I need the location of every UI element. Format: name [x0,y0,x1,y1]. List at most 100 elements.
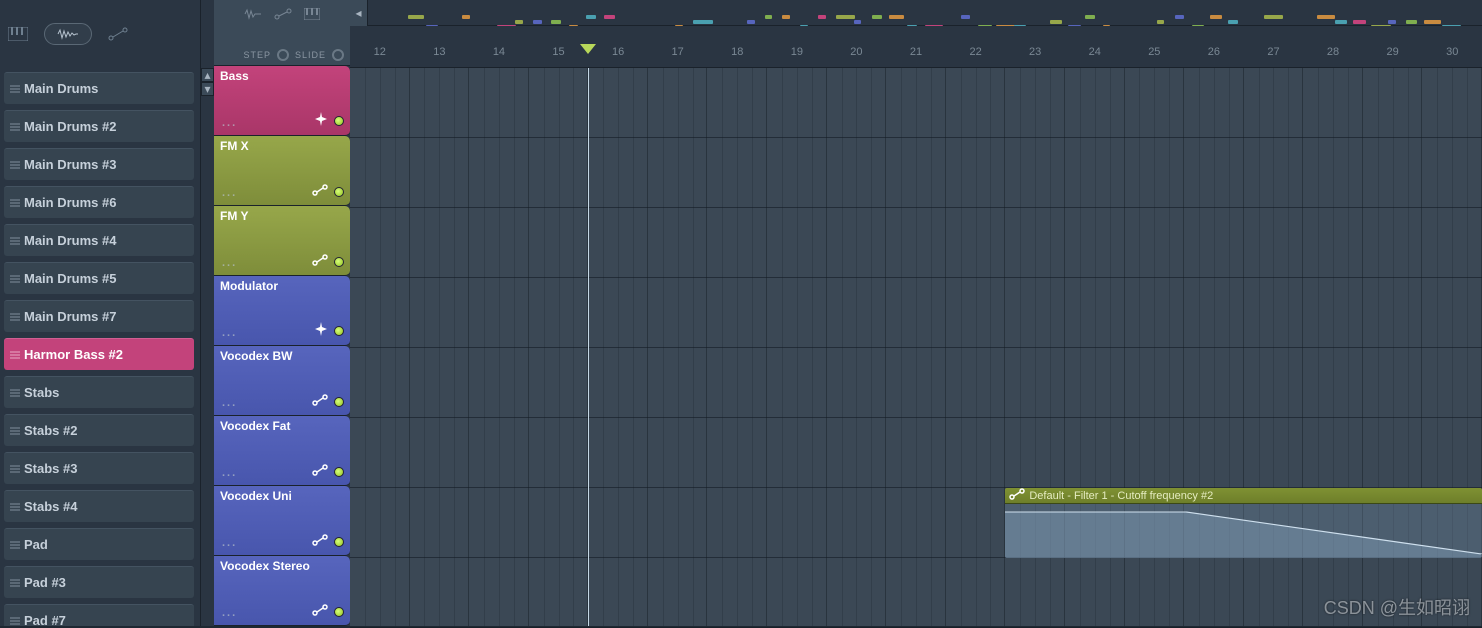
pattern-item[interactable]: Main Drums #6 [4,186,194,218]
ruler-bar-number: 23 [1029,46,1041,58]
pattern-item[interactable]: Stabs #4 [4,490,194,522]
piano-roll-icon[interactable] [8,27,28,41]
overview-block [1157,20,1164,24]
track-menu-icon[interactable]: ... [222,117,237,129]
overview-block [408,15,424,19]
track-header[interactable]: FM Y ... [214,206,350,276]
automation-icon [312,184,328,199]
ruler-bar-number: 12 [374,46,386,58]
track-header[interactable]: Vocodex Uni ... [214,486,350,556]
track-menu-icon[interactable]: ... [222,327,237,339]
pattern-label: Pad [24,537,48,552]
grid-bar [767,68,827,626]
automation-icon [312,254,328,269]
track-header[interactable]: Vocodex BW ... [214,346,350,416]
track-mute-led[interactable] [334,607,344,617]
pattern-label: Main Drums [24,81,98,96]
scroll-up-icon[interactable]: ▴ [201,68,214,82]
pattern-label: Stabs [24,385,59,400]
pattern-label: Main Drums #4 [24,233,116,248]
pattern-item[interactable]: Main Drums #4 [4,224,194,256]
pattern-item[interactable]: Stabs #3 [4,452,194,484]
pattern-list[interactable]: Main Drums Main Drums #2 Main Drums #3 Main… [0,68,200,626]
overview-block [1085,15,1095,19]
track-header[interactable]: Vocodex Stereo ... [214,556,350,626]
track-menu-icon[interactable]: ... [222,467,237,479]
track-menu-icon[interactable]: ... [222,397,237,409]
overview-block [872,15,882,19]
grid-bar [529,68,589,626]
overview-block [961,15,970,19]
overview-block [1317,15,1335,19]
pattern-item[interactable]: Main Drums #3 [4,148,194,180]
pattern-item[interactable]: Main Drums [4,72,194,104]
track-name: FM X [220,139,249,153]
pattern-scrollbar[interactable]: ▴ ▾ [200,0,214,626]
grid-bar [827,68,887,626]
overview-block [854,20,862,24]
ruler-bar-number: 25 [1148,46,1160,58]
ruler-bar-number: 17 [672,46,684,58]
waveform-pill[interactable] [44,23,92,45]
track-mute-led[interactable] [334,187,344,197]
ruler-bar-number: 30 [1446,46,1458,58]
pattern-label: Pad #3 [24,575,66,590]
overview-block [462,15,470,19]
pattern-label: Main Drums #7 [24,309,116,324]
automation-icon[interactable] [108,27,128,41]
playhead-marker-icon[interactable] [580,44,596,54]
scroll-down-icon[interactable]: ▾ [201,82,214,96]
track-menu-icon[interactable]: ... [222,607,237,619]
playlist-grid[interactable]: Default - Filter 1 - Cutoff frequency #2 [350,68,1482,626]
playlist[interactable]: ◂ 12131415161718192021222324252627282930… [350,0,1482,626]
overview-block [889,15,904,19]
overview-block [836,15,855,19]
overview-block [818,15,826,19]
automation-clip[interactable]: Default - Filter 1 - Cutoff frequency #2 [1005,488,1482,558]
automation-icon[interactable] [274,8,292,20]
pattern-item[interactable]: Main Drums #7 [4,300,194,332]
pattern-label: Main Drums #2 [24,119,116,134]
track-name: Vocodex Fat [220,419,290,433]
overview-block [1424,20,1441,24]
scroll-left-icon[interactable]: ◂ [350,0,368,26]
pattern-label: Harmor Bass #2 [24,347,123,362]
overview-bar[interactable]: ◂ [350,0,1482,26]
ruler-bar-number: 21 [910,46,922,58]
pattern-item[interactable]: Stabs #2 [4,414,194,446]
grid-bar [707,68,767,626]
track-mute-led[interactable] [334,537,344,547]
track-name: FM Y [220,209,248,223]
waveform-icon[interactable] [244,8,262,20]
track-mute-led[interactable] [334,116,344,126]
track-mute-led[interactable] [334,467,344,477]
ruler-bar-number: 15 [552,46,564,58]
track-menu-icon[interactable]: ... [222,537,237,549]
track-menu-icon[interactable]: ... [222,257,237,269]
timeline-ruler[interactable]: 12131415161718192021222324252627282930 [350,26,1482,68]
pattern-item[interactable]: Main Drums #2 [4,110,194,142]
track-mute-led[interactable] [334,397,344,407]
pattern-item[interactable]: Stabs [4,376,194,408]
pattern-item[interactable]: Pad [4,528,194,560]
ruler-bar-number: 24 [1089,46,1101,58]
track-menu-icon[interactable]: ... [222,187,237,199]
automation-icon [1009,488,1025,503]
step-toggle[interactable] [277,49,289,61]
pattern-item[interactable]: Harmor Bass #2 [4,338,194,370]
slide-label: SLIDE [295,50,326,60]
track-mute-led[interactable] [334,326,344,336]
pattern-item[interactable]: Pad #3 [4,566,194,598]
piano-roll-icon[interactable] [304,8,320,20]
grid-bar [350,68,410,626]
pattern-item[interactable]: Main Drums #5 [4,262,194,294]
pattern-label: Main Drums #6 [24,195,116,210]
track-mute-led[interactable] [334,257,344,267]
track-header[interactable]: Modulator ... [214,276,350,346]
automation-icon [312,604,328,619]
track-header[interactable]: FM X ... [214,136,350,206]
track-header[interactable]: Bass ... [214,66,350,136]
slide-toggle[interactable] [332,49,344,61]
track-header[interactable]: Vocodex Fat ... [214,416,350,486]
pattern-item[interactable]: Pad #7 [4,604,194,626]
